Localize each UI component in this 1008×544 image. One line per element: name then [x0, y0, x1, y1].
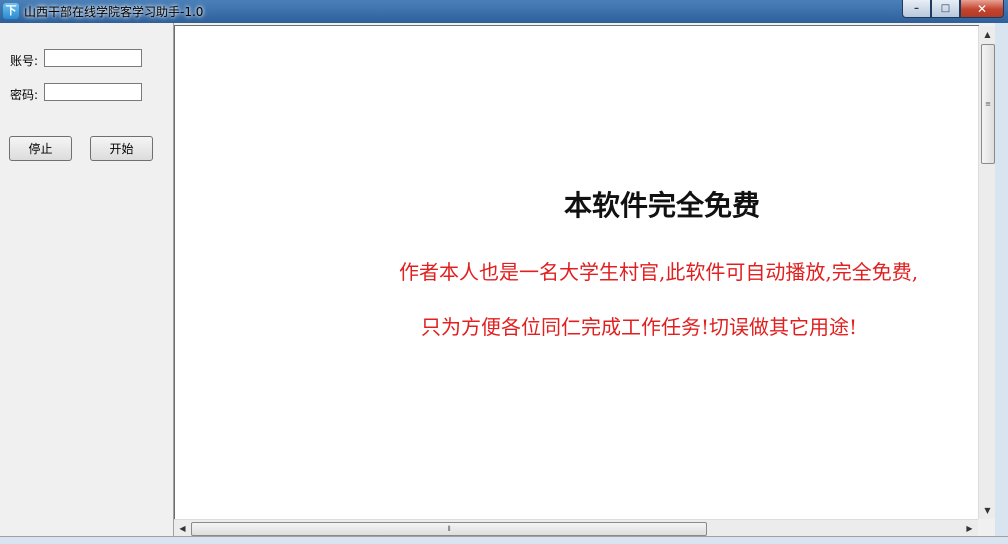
window-controls: – □ ✕	[902, 0, 1004, 19]
scroll-left-arrow-icon[interactable]: ◀	[174, 520, 191, 537]
password-label: 密码:	[10, 88, 39, 102]
start-button[interactable]: 开始	[90, 136, 153, 161]
horizontal-scroll-thumb[interactable]: ⦀	[191, 522, 707, 536]
maximize-button[interactable]: □	[931, 0, 960, 18]
scroll-down-arrow-icon[interactable]: ▼	[979, 502, 996, 519]
scroll-up-arrow-icon[interactable]: ▲	[979, 26, 996, 43]
vertical-scroll-thumb[interactable]: ≡	[981, 44, 995, 164]
window-title: 山西干部在线学院客学习助手-1.0	[24, 5, 204, 19]
scrollbar-corner	[978, 519, 995, 536]
account-label: 账号:	[10, 54, 39, 68]
grip-icon: ⦀	[447, 524, 451, 533]
scroll-right-arrow-icon[interactable]: ▶	[961, 520, 978, 537]
title-bar[interactable]: 下 山西干部在线学院客学习助手-1.0 – □ ✕	[0, 0, 1008, 23]
stop-button[interactable]: 停止	[9, 136, 72, 161]
password-input[interactable]	[44, 83, 142, 101]
app-icon: 下	[3, 3, 19, 19]
horizontal-scrollbar[interactable]: ◀ ⦀ ▶	[174, 519, 978, 537]
vertical-scrollbar[interactable]: ▲ ≡ ▼	[978, 26, 996, 519]
notice-line-1: 作者本人也是一名大学生村官,此软件可自动播放,完全免费,	[399, 260, 919, 284]
account-input[interactable]	[44, 49, 142, 67]
window-frame-right	[995, 23, 1008, 536]
minimize-button[interactable]: –	[902, 0, 931, 18]
web-view[interactable]: 本软件完全免费 作者本人也是一名大学生村官,此软件可自动播放,完全免费, 只为方…	[174, 25, 979, 520]
grip-icon: ≡	[985, 100, 991, 108]
close-button[interactable]: ✕	[960, 0, 1004, 18]
control-panel: 账号: 密码: 停止 开始	[0, 23, 174, 543]
free-software-headline: 本软件完全免费	[563, 189, 760, 222]
notice-line-2: 只为方便各位同仁完成工作任务!切误做其它用途!	[421, 315, 858, 339]
